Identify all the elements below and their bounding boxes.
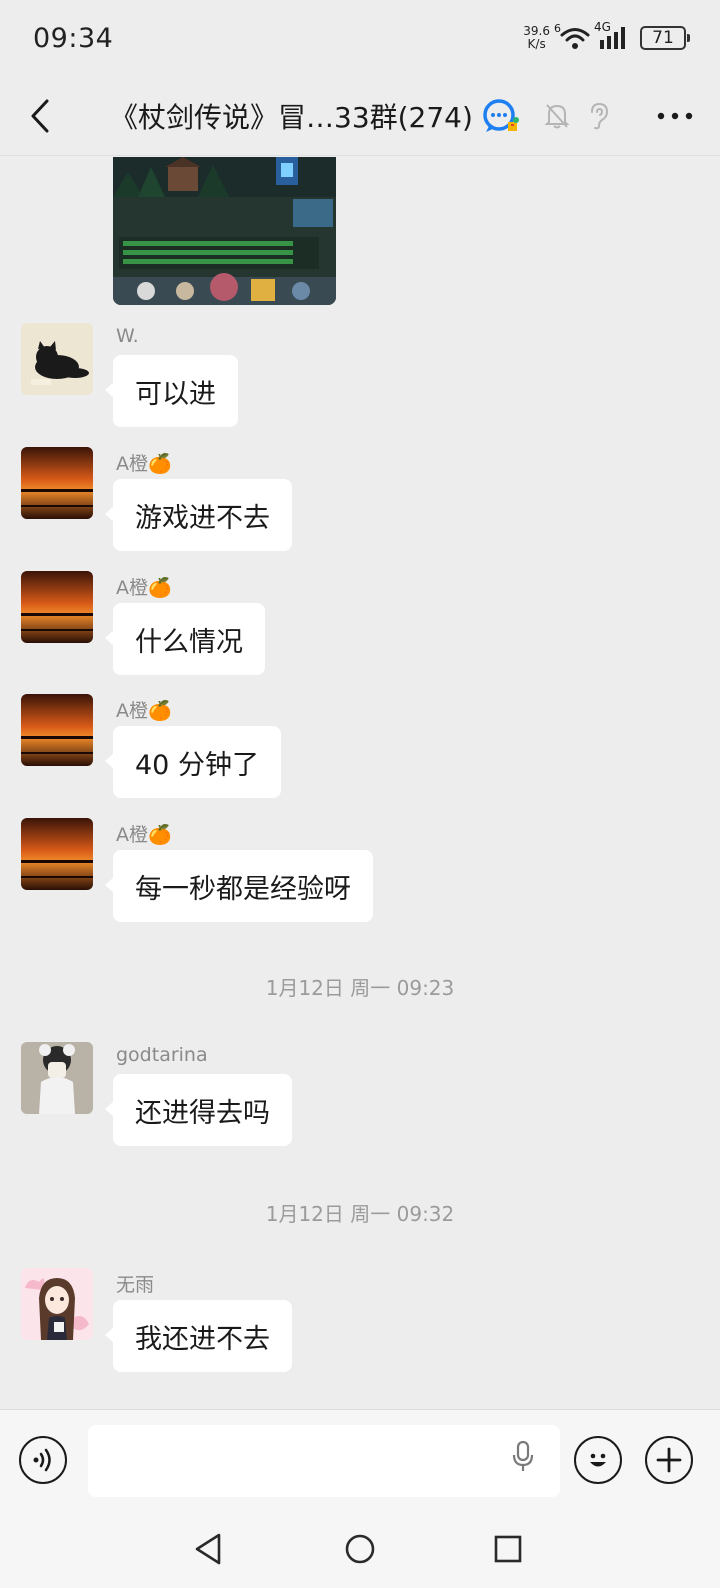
message-bubble[interactable]: 每一秒都是经验呀	[105, 850, 373, 922]
avatar[interactable]	[21, 323, 93, 395]
add-attachment-button[interactable]	[645, 1436, 693, 1484]
chat-header: 《杖剑传说》冒…33群(274)	[0, 76, 720, 156]
message-text: 还进得去吗	[135, 1097, 270, 1129]
chat-title-area[interactable]: 《杖剑传说》冒…33群(274)	[80, 96, 544, 136]
timestamp: 1月12日 周一 09:32	[265, 1202, 455, 1226]
status-bar: 09:34 39.6 K/s 6 4G 71	[0, 0, 720, 76]
sender-name: A橙🍊	[116, 824, 172, 846]
cellular-signal-icon: 4G	[594, 20, 628, 50]
message-text: 游戏进不去	[135, 502, 270, 534]
network-speed-unit: K/s	[527, 37, 546, 51]
game-screenshot-image[interactable]	[113, 157, 336, 305]
voice-wave-icon	[33, 1448, 51, 1472]
plus-icon	[656, 1447, 682, 1473]
avatar[interactable]	[21, 1268, 93, 1340]
wifi-badge: 6	[554, 22, 561, 35]
sender-name: godtarina	[116, 1044, 208, 1066]
avatar[interactable]	[21, 571, 93, 643]
status-icons: 39.6 K/s 6 4G 71	[523, 20, 690, 51]
message-text: 每一秒都是经验呀	[135, 873, 351, 905]
square-recents-icon	[494, 1535, 522, 1563]
battery-indicator: 71	[640, 26, 690, 50]
sender-name: A橙🍊	[116, 453, 172, 475]
microphone-icon[interactable]	[512, 1440, 534, 1478]
status-time: 09:34	[33, 22, 114, 54]
message-bubble[interactable]: 游戏进不去	[105, 479, 292, 551]
more-icon	[657, 112, 693, 119]
avatar[interactable]	[21, 818, 93, 890]
avatar[interactable]	[21, 1042, 93, 1114]
back-button[interactable]	[0, 76, 80, 156]
message-text: 什么情况	[135, 626, 243, 658]
group-chat-icon	[481, 98, 521, 134]
message-bubble[interactable]: 可以进	[105, 355, 238, 427]
message-text: 我还进不去	[135, 1323, 270, 1355]
message-list[interactable]: W. 可以进 A橙🍊 游戏进不去 A橙🍊 什么情况 A橙🍊 40 分钟了 A橙🍊…	[0, 157, 720, 1409]
circle-home-icon	[345, 1534, 375, 1564]
message-bubble[interactable]: 什么情况	[105, 603, 265, 675]
avatar[interactable]	[21, 447, 93, 519]
input-bar	[0, 1409, 720, 1509]
wifi-icon: 6	[554, 22, 590, 50]
message-input[interactable]	[88, 1425, 560, 1497]
more-button[interactable]	[630, 76, 720, 156]
nav-home-button[interactable]	[338, 1527, 382, 1571]
nav-back-button[interactable]	[186, 1527, 230, 1571]
triangle-back-icon	[195, 1533, 221, 1565]
cell-label: 4G	[594, 20, 611, 34]
sender-name: 无雨	[116, 1274, 155, 1296]
message-text: 40 分钟了	[135, 749, 259, 781]
sender-name: A橙🍊	[116, 700, 172, 722]
message-text: 可以进	[135, 378, 216, 410]
message-bubble[interactable]: 我还进不去	[105, 1300, 292, 1372]
mute-bell-icon	[544, 102, 570, 130]
message-bubble[interactable]: 40 分钟了	[105, 726, 281, 798]
earpiece-icon	[588, 102, 610, 130]
battery-level: 71	[652, 28, 674, 48]
voice-input-button[interactable]	[19, 1436, 67, 1484]
message-bubble[interactable]: 还进得去吗	[105, 1074, 292, 1146]
chat-title: 《杖剑传说》冒…33群(274)	[110, 100, 473, 134]
sender-name: W.	[116, 325, 139, 347]
back-arrow-icon	[31, 99, 49, 132]
network-speed: 39.6 K/s	[523, 25, 550, 51]
nav-recents-button[interactable]	[486, 1527, 530, 1571]
emoji-button[interactable]	[574, 1436, 622, 1484]
smiley-icon	[590, 1453, 606, 1467]
system-navigation-bar	[0, 1509, 720, 1588]
sender-name: A橙🍊	[116, 577, 172, 599]
avatar[interactable]	[21, 694, 93, 766]
timestamp: 1月12日 周一 09:23	[265, 976, 455, 1000]
